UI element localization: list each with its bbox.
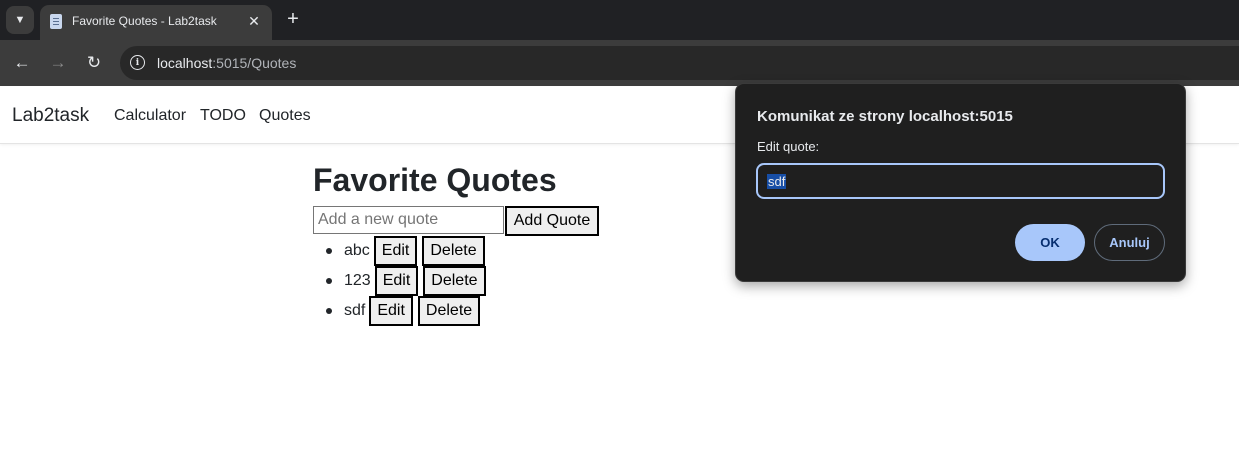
quote-list: abc Edit Delete 123 Edit Delete sdf Edit… — [313, 236, 486, 326]
address-bar[interactable]: i localhost:5015/Quotes — [120, 46, 1239, 80]
browser-tab-strip: ▼ Favorite Quotes - Lab2task ✕ + — [0, 0, 1239, 40]
tab-search-button[interactable]: ▼ — [6, 6, 34, 34]
quote-item: abc Edit Delete — [313, 236, 486, 266]
quote-item: sdf Edit Delete — [313, 296, 486, 326]
back-button[interactable]: ← — [10, 51, 34, 75]
prompt-dialog: Komunikat ze strony localhost:5015 Edit … — [735, 83, 1186, 282]
new-tab-button[interactable]: + — [282, 8, 304, 30]
reload-button[interactable]: ↻ — [82, 51, 106, 75]
add-quote-button[interactable]: Add Quote — [505, 206, 599, 236]
delete-button[interactable]: Delete — [417, 296, 481, 326]
nav-link-quotes[interactable]: Quotes — [259, 107, 311, 125]
reload-icon: ↻ — [86, 53, 102, 72]
bullet-icon — [326, 248, 332, 254]
quote-item: 123 Edit Delete — [313, 266, 486, 296]
tab-title: Favorite Quotes - Lab2task — [72, 14, 217, 28]
edit-button[interactable]: Edit — [369, 296, 413, 326]
dialog-input-value: sdf — [767, 174, 787, 189]
delete-button[interactable]: Delete — [423, 266, 486, 296]
arrow-left-icon: ← — [13, 53, 31, 72]
browser-toolbar: ← → ↻ i localhost:5015/Quotes — [0, 40, 1239, 86]
page-icon — [50, 14, 62, 29]
edit-button[interactable]: Edit — [374, 266, 419, 296]
edit-button[interactable]: Edit — [373, 236, 418, 266]
arrow-right-icon: → — [49, 53, 67, 72]
nav-link-todo[interactable]: TODO — [200, 107, 246, 125]
dialog-title: Komunikat ze strony localhost:5015 — [757, 108, 1013, 125]
chevron-down-icon: ▼ — [14, 14, 26, 26]
quote-text: sdf — [344, 302, 366, 319]
bullet-icon — [326, 278, 332, 284]
close-tab-button[interactable]: ✕ — [244, 11, 264, 31]
dialog-input[interactable]: sdf — [756, 163, 1165, 199]
info-icon[interactable]: i — [130, 55, 145, 70]
url-text[interactable]: localhost:5015/Quotes — [157, 55, 296, 71]
add-quote-form: Add Quote — [313, 206, 613, 236]
cancel-button[interactable]: Anuluj — [1094, 224, 1165, 261]
page-title: Favorite Quotes — [313, 162, 557, 198]
navbar-brand[interactable]: Lab2task — [12, 105, 89, 127]
browser-tab[interactable]: Favorite Quotes - Lab2task ✕ — [40, 5, 272, 40]
quote-text: abc — [344, 242, 370, 259]
quote-text: 123 — [344, 272, 371, 289]
delete-button[interactable]: Delete — [422, 236, 485, 266]
bullet-icon — [326, 308, 332, 314]
url-host: localhost — [157, 55, 213, 71]
url-path: :5015/Quotes — [212, 55, 297, 71]
ok-button[interactable]: OK — [1015, 224, 1085, 261]
close-icon: ✕ — [248, 12, 260, 29]
main-content: Favorite Quotes Add Quote abc Edit Delet… — [313, 160, 599, 326]
nav-link-calculator[interactable]: Calculator — [114, 107, 186, 125]
forward-button[interactable]: → — [46, 51, 70, 75]
plus-icon: + — [287, 7, 299, 30]
dialog-message: Edit quote: — [757, 139, 820, 154]
new-quote-input[interactable] — [313, 206, 504, 234]
